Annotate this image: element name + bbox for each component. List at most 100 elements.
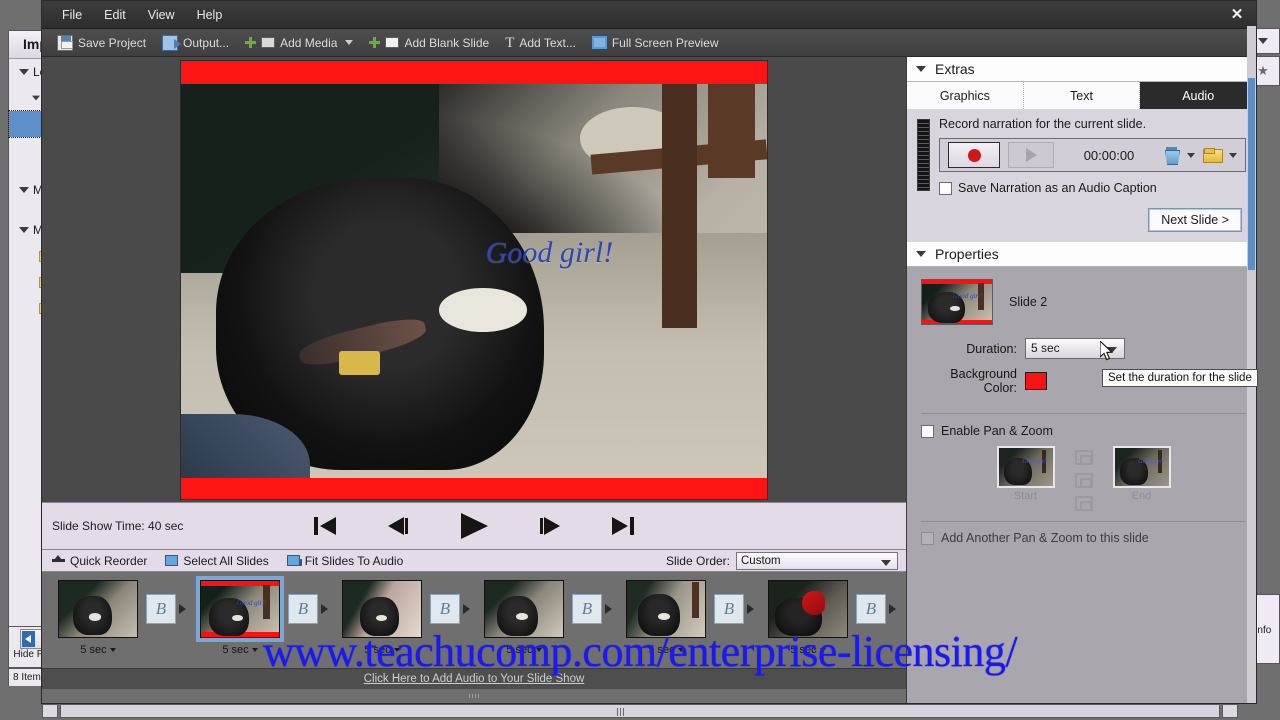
close-window-button[interactable]: ✕: [1224, 4, 1250, 24]
chevron-down-icon[interactable]: [1229, 152, 1237, 158]
right-panel-scrollbar[interactable]: [1247, 26, 1256, 703]
add-text-button[interactable]: T Add Text...: [498, 33, 583, 53]
slide-duration[interactable]: 5 sec: [222, 644, 258, 656]
filmstrip-slide[interactable]: Good girl! 5 sec: [192, 576, 288, 656]
photo-dog-snout: [438, 288, 527, 332]
tab-audio[interactable]: Audio: [1140, 82, 1257, 109]
add-blank-slide-button[interactable]: Add Blank Slide: [362, 33, 496, 53]
filmstrip-slide[interactable]: 5 sec: [760, 580, 856, 656]
transition-button[interactable]: B: [288, 594, 318, 624]
transition-button[interactable]: B: [714, 594, 744, 624]
transition-slot[interactable]: B: [288, 580, 334, 624]
chevron-down-icon: [19, 227, 29, 233]
slide-preview[interactable]: Good girl!: [180, 59, 768, 500]
filmstrip-slide[interactable]: 5 sec: [334, 580, 430, 656]
full-screen-preview-label: Full Screen Preview: [611, 35, 719, 50]
menu-help[interactable]: Help: [187, 4, 233, 26]
slide-thumbnail[interactable]: [342, 580, 422, 638]
tab-text[interactable]: Text: [1023, 82, 1141, 109]
transition-button[interactable]: B: [146, 594, 176, 624]
duration-value: 5 sec: [1031, 341, 1060, 355]
chevron-down-icon: [535, 648, 542, 652]
save-narration-checkbox[interactable]: [939, 181, 952, 195]
go-to-end-button[interactable]: [610, 515, 636, 537]
window-resize-grip[interactable]: [42, 689, 906, 703]
select-all-slides-button[interactable]: Select All Slides: [165, 554, 269, 568]
horizontal-scrollbar[interactable]: [60, 704, 1220, 718]
properties-panel-header[interactable]: Properties: [907, 242, 1256, 267]
filmstrip-slide[interactable]: 5 sec: [476, 580, 572, 656]
filmstrip-slide[interactable]: 5 sec: [618, 580, 714, 656]
pan-zoom-start-thumbnail[interactable]: Good girl!: [996, 446, 1055, 488]
slide-photo: [181, 83, 767, 478]
slide-thumbnail[interactable]: [626, 580, 706, 638]
transition-slot[interactable]: B: [430, 580, 476, 624]
blank-slide-icon: [385, 37, 400, 48]
transition-button[interactable]: B: [572, 594, 602, 624]
add-audio-link[interactable]: Click Here to Add Audio to Your Slide Sh…: [364, 673, 585, 685]
slide-duration[interactable]: 5 sec: [80, 644, 116, 656]
play-button[interactable]: [456, 511, 492, 541]
slide-duration[interactable]: 5 sec: [506, 644, 542, 656]
chevron-down-icon: [916, 251, 926, 257]
add-another-pan-zoom-checkbox[interactable]: [921, 531, 934, 545]
mouse-cursor: [1099, 339, 1115, 366]
slide-thumbnail[interactable]: [484, 580, 564, 638]
fit-slides-to-audio-button[interactable]: Fit Slides To Audio: [286, 554, 403, 568]
record-narration-label: Record narration for the current slide.: [939, 117, 1147, 131]
open-narration-icon[interactable]: [1203, 147, 1223, 163]
slide-order-dropdown[interactable]: Custom: [736, 551, 898, 570]
transition-slot[interactable]: B: [146, 580, 192, 624]
record-button[interactable]: [948, 142, 1000, 168]
scrollbar-thumb[interactable]: [1248, 78, 1255, 270]
pan-zoom-end-col: Good girl! End: [1112, 446, 1171, 502]
menu-file[interactable]: File: [52, 4, 92, 26]
transition-slot[interactable]: B: [714, 580, 760, 624]
previous-slide-button[interactable]: [384, 515, 410, 537]
quick-reorder-button[interactable]: Quick Reorder: [52, 554, 147, 568]
filmstrip-slide[interactable]: 5 sec: [902, 580, 906, 656]
slide-duration[interactable]: 5 sec: [648, 644, 684, 656]
delete-narration-icon[interactable]: [1164, 147, 1179, 163]
menu-view[interactable]: View: [138, 4, 185, 26]
transition-slot[interactable]: B: [856, 580, 902, 624]
output-button[interactable]: Output...: [155, 32, 236, 54]
photo-dog-tag: [339, 351, 381, 376]
add-another-pan-zoom-row[interactable]: Add Another Pan & Zoom to this slide: [921, 521, 1246, 545]
save-narration-caption-row[interactable]: Save Narration as an Audio Caption: [939, 181, 1246, 195]
copy-end-to-start-icon[interactable]: [1074, 473, 1093, 488]
properties-slide-thumbnail[interactable]: Good girl!: [921, 279, 993, 325]
enable-pan-zoom-checkbox[interactable]: [921, 424, 934, 438]
slide-filmstrip[interactable]: 5 sec B Good girl! 5 sec B 5 sec B 5 sec…: [42, 572, 906, 668]
transition-button[interactable]: B: [856, 594, 886, 624]
go-to-start-button[interactable]: [312, 515, 338, 537]
menu-edit[interactable]: Edit: [94, 4, 136, 26]
plus-icon: [245, 37, 257, 48]
pan-zoom-end-thumbnail[interactable]: Good girl!: [1112, 446, 1171, 488]
play-narration-button[interactable]: [1008, 142, 1054, 168]
tab-graphics[interactable]: Graphics: [907, 82, 1024, 109]
chevron-down-icon: [109, 648, 116, 652]
scroll-left-button[interactable]: [42, 704, 58, 718]
slide-thumbnail[interactable]: [58, 580, 138, 638]
full-screen-preview-icon: [591, 36, 607, 49]
background-color-swatch[interactable]: [1025, 372, 1047, 390]
swap-start-end-icon[interactable]: [1074, 496, 1093, 511]
scroll-right-button[interactable]: [1222, 704, 1238, 718]
transition-button[interactable]: B: [430, 594, 460, 624]
slide-thumbnail[interactable]: [768, 580, 848, 638]
slide-duration[interactable]: 5 sec: [364, 644, 400, 656]
copy-start-to-end-icon[interactable]: [1074, 450, 1093, 465]
enable-pan-zoom-row[interactable]: Enable Pan & Zoom: [921, 424, 1246, 438]
slide-duration[interactable]: 5 sec: [790, 644, 826, 656]
full-screen-preview-button[interactable]: Full Screen Preview: [585, 33, 726, 53]
slide-thumbnail[interactable]: Good girl!: [196, 576, 284, 642]
extras-panel-header[interactable]: Extras: [907, 57, 1256, 82]
next-slide-button[interactable]: Next Slide >: [1148, 208, 1242, 232]
next-slide-button[interactable]: [538, 515, 564, 537]
transition-slot[interactable]: B: [572, 580, 618, 624]
save-project-button[interactable]: Save Project: [50, 32, 153, 54]
chevron-down-icon[interactable]: [1187, 152, 1195, 158]
filmstrip-slide[interactable]: 5 sec: [50, 580, 146, 656]
add-media-button[interactable]: Add Media: [238, 33, 360, 53]
